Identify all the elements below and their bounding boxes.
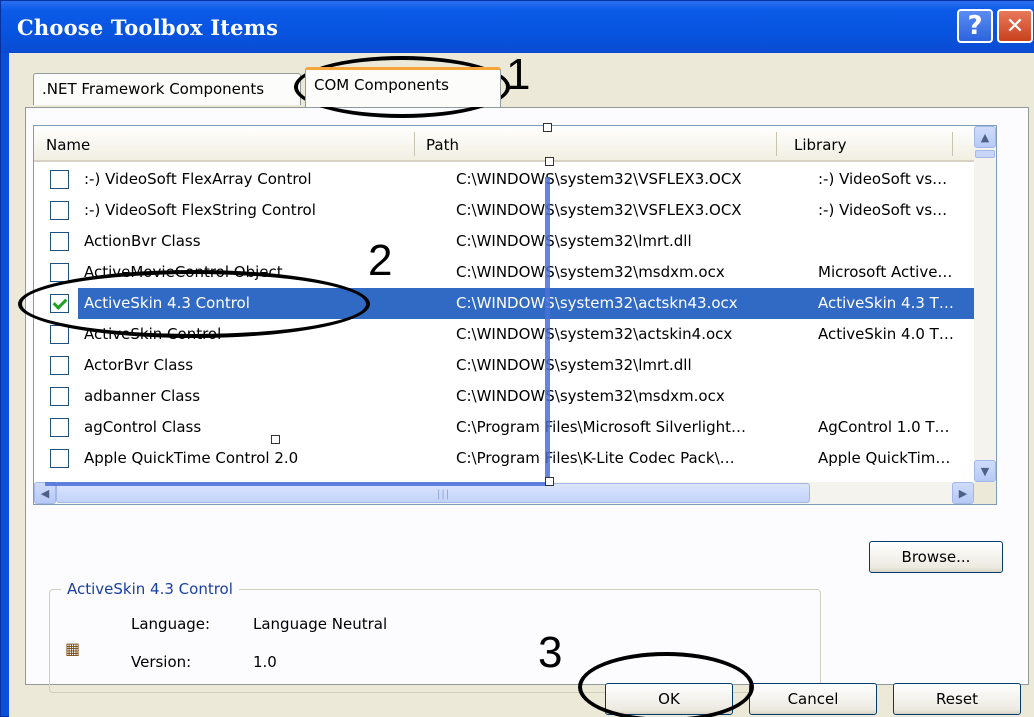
horizontal-scroll-thumb[interactable]: |||	[56, 483, 810, 503]
help-button[interactable]: ?	[957, 9, 993, 43]
help-icon: ?	[967, 11, 983, 41]
annotation-ellipse-3	[578, 652, 754, 717]
row-name: :-) VideoSoft FlexArray Control	[84, 170, 312, 188]
list-header: Name Path Library	[34, 126, 974, 162]
column-header-name[interactable]: Name	[34, 126, 414, 162]
row-path: C:\WINDOWS\system32\VSFLEX3.OCX	[456, 170, 742, 188]
row-name: adbanner Class	[84, 387, 201, 405]
row-library: :-) VideoSoft vs…	[818, 170, 948, 188]
row-library	[808, 350, 974, 381]
scroll-up-button[interactable]: ▲	[974, 126, 996, 148]
arrow-left-icon: ◀	[40, 486, 50, 500]
title-bar[interactable]: Choose Toolbox Items ? ✕	[1, 1, 1034, 53]
window-title: Choose Toolbox Items	[17, 15, 279, 40]
row-checkbox[interactable]	[50, 387, 69, 406]
row-path: C:\WINDOWS\system32\VSFLEX3.OCX	[456, 201, 742, 219]
row-path: C:\WINDOWS\system32\lmrt.dll	[456, 356, 692, 374]
row-name: :-) VideoSoft FlexString Control	[84, 201, 316, 219]
cancel-button[interactable]: Cancel	[749, 683, 877, 715]
row-checkbox[interactable]	[50, 232, 69, 251]
row-library: ActiveSkin 4.3 T…	[808, 288, 974, 319]
row-checkbox[interactable]	[50, 356, 69, 375]
table-row[interactable]: Apple QuickTime Control 2.0 C:\Program Fi…	[34, 443, 974, 474]
table-row[interactable]: :-) VideoSoft FlexString Control C:\WINDO…	[34, 195, 974, 226]
row-path: C:\WINDOWS\system32\lmrt.dll	[456, 232, 692, 250]
row-library	[808, 381, 974, 412]
column-divider[interactable]	[952, 132, 953, 156]
row-checkbox[interactable]	[50, 325, 69, 344]
scroll-down-button[interactable]: ▼	[974, 460, 996, 482]
arrow-up-icon: ▲	[980, 130, 990, 144]
row-library: :-) VideoSoft vs…	[818, 201, 948, 219]
resize-handle[interactable]	[545, 157, 554, 166]
annotation-ellipse-2	[18, 270, 370, 338]
row-path: C:\Program Files\K-Lite Codec Pack\…	[456, 449, 735, 467]
details-group-title: ActiveSkin 4.3 Control	[61, 580, 239, 598]
scrollbar-corner	[974, 482, 996, 504]
dialog-client-area: .NET Framework Components COM Components…	[9, 53, 1034, 717]
close-button[interactable]: ✕	[997, 9, 1033, 43]
row-name: agControl Class	[84, 418, 202, 436]
row-name: ActorBvr Class	[84, 356, 194, 374]
row-checkbox[interactable]	[50, 263, 69, 282]
resize-guide-horizontal	[45, 482, 549, 486]
resize-handle[interactable]	[271, 435, 280, 444]
table-row[interactable]: adbanner Class C:\WINDOWS\system32\msdxm.…	[34, 381, 974, 412]
dialog-window: Choose Toolbox Items ? ✕ .NET Framework …	[0, 0, 1034, 717]
language-label: Language:	[131, 615, 211, 633]
row-path: C:\WINDOWS\system32\msdxm.ocx	[456, 263, 725, 281]
language-value: Language Neutral	[253, 615, 388, 633]
tab-net-framework-components[interactable]: .NET Framework Components	[33, 73, 301, 105]
arrow-right-icon: ▶	[958, 486, 968, 500]
row-library: ActiveSkin 4.0 T…	[818, 325, 954, 343]
column-header-library[interactable]: Library	[776, 126, 952, 162]
arrow-down-icon: ▼	[980, 464, 990, 478]
table-row[interactable]: ActionBvr Class C:\WINDOWS\system32\lmrt.…	[34, 226, 974, 257]
tab-com-components[interactable]: COM Components	[305, 67, 501, 107]
version-label: Version:	[131, 653, 192, 671]
table-row[interactable]: ActorBvr Class C:\WINDOWS\system32\lmrt.d…	[34, 350, 974, 381]
vertical-scroll-thumb[interactable]	[975, 150, 995, 158]
row-checkbox[interactable]	[50, 170, 69, 189]
row-library: Apple QuickTim…	[818, 449, 951, 467]
annotation-number-3: 3	[538, 628, 563, 677]
row-checkbox[interactable]	[50, 449, 69, 468]
scroll-right-button[interactable]: ▶	[952, 482, 974, 504]
resize-handle[interactable]	[543, 123, 552, 132]
row-library	[808, 226, 974, 257]
row-checkbox[interactable]	[50, 418, 69, 437]
annotation-number-1: 1	[506, 50, 531, 99]
table-row[interactable]: :-) VideoSoft FlexArray Control C:\WINDOW…	[34, 164, 974, 195]
resize-guide-vertical	[545, 177, 550, 483]
browse-button[interactable]: Browse...	[869, 541, 1003, 573]
row-name: Apple QuickTime Control 2.0	[84, 449, 299, 467]
row-path: C:\Program Files\Microsoft Silverlight…	[456, 418, 747, 436]
resize-handle[interactable]	[545, 477, 554, 486]
annotation-number-2: 2	[368, 236, 393, 285]
reset-button[interactable]: Reset	[893, 683, 1021, 715]
row-library: AgControl 1.0 T…	[818, 418, 950, 436]
activex-component-icon: ▦	[65, 639, 81, 658]
row-checkbox[interactable]	[50, 201, 69, 220]
scroll-grip-icon: |||	[437, 489, 451, 500]
row-library: Microsoft Active…	[818, 263, 953, 281]
version-value: 1.0	[253, 653, 277, 671]
row-path: C:\WINDOWS\system32\msdxm.ocx	[456, 387, 725, 405]
row-path: C:\WINDOWS\system32\actskin4.ocx	[456, 325, 733, 343]
vertical-scrollbar[interactable]: ▲ ▼	[974, 126, 996, 482]
table-row[interactable]: agControl Class C:\Program Files\Microsof…	[34, 412, 974, 443]
column-header-path[interactable]: Path	[414, 126, 776, 162]
close-icon: ✕	[1005, 13, 1025, 39]
row-path: C:\WINDOWS\system32\actskn43.ocx	[446, 288, 808, 319]
